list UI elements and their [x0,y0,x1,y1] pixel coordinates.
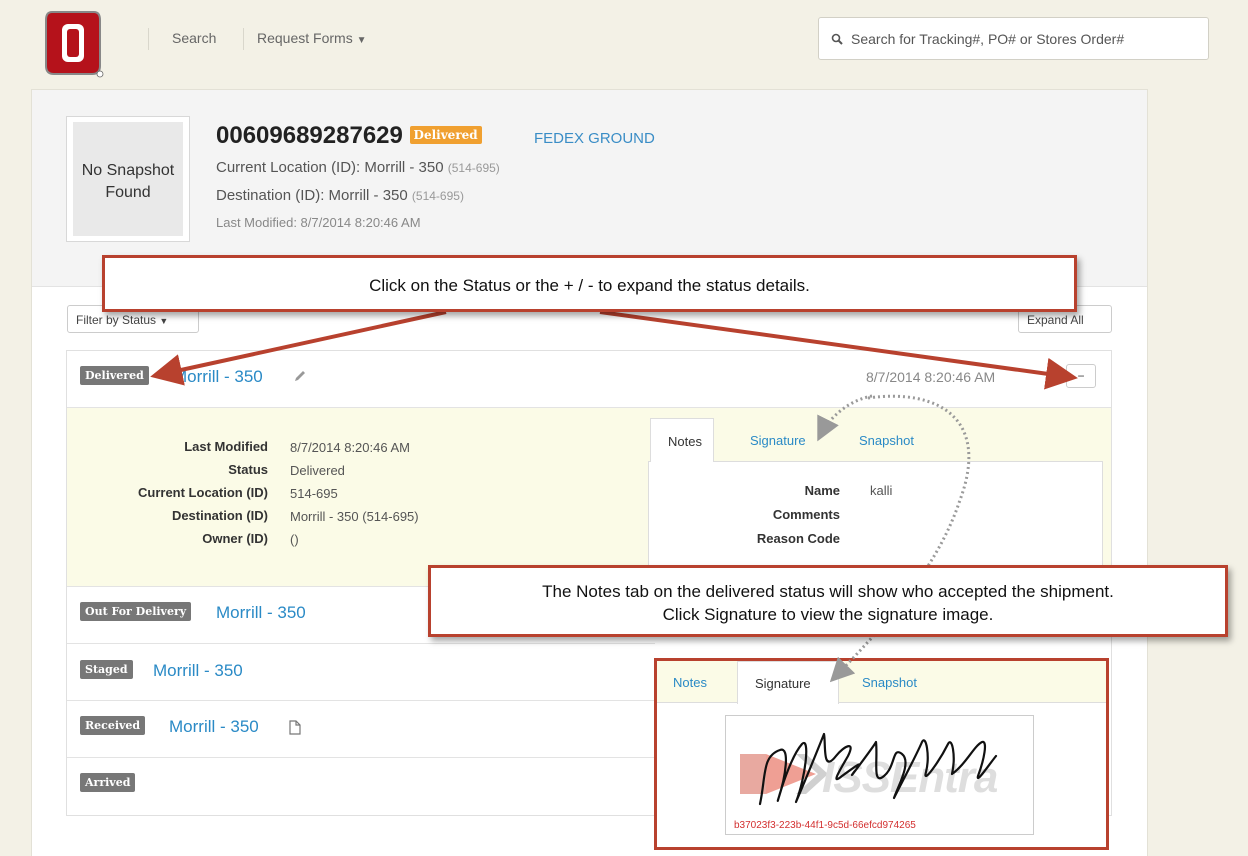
annotation-arrows [150,310,1078,683]
callout-line: The Notes tab on the delivered status wi… [542,582,1114,601]
callout-line: Click Signature to view the signature im… [662,605,994,624]
callout-notes-signature: The Notes tab on the delivered status wi… [428,565,1228,637]
callout-expand-status: Click on the Status or the + / - to expa… [102,255,1077,312]
